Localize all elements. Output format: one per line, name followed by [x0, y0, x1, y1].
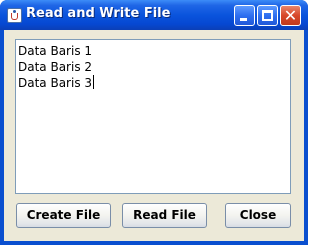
text-line-1: Data Baris 1	[18, 44, 93, 58]
read-file-button[interactable]: Read File	[122, 203, 207, 228]
minimize-button[interactable]	[234, 5, 255, 26]
content-pane: Data Baris 1 Data Baris 2 Data Baris 3 C…	[4, 30, 304, 241]
create-file-button[interactable]: Create File	[16, 203, 111, 228]
close-window-button[interactable]: ✕	[280, 5, 301, 26]
maximize-icon	[262, 10, 273, 21]
text-line-2: Data Baris 2	[18, 60, 93, 74]
java-cup-icon[interactable]	[7, 8, 22, 23]
cup-shape	[11, 13, 18, 20]
text-line-3-row: Data Baris 3	[18, 75, 290, 91]
application-window: Read and Write File ✕ Data Baris 1 Data …	[0, 0, 308, 245]
window-bottom-border	[0, 241, 308, 245]
title-bar[interactable]: Read and Write File ✕	[0, 0, 308, 30]
maximize-button[interactable]	[257, 5, 278, 26]
text-area[interactable]: Data Baris 1 Data Baris 2 Data Baris 3	[15, 39, 291, 194]
close-button[interactable]: Close	[225, 203, 291, 228]
text-line-3: Data Baris 3	[18, 76, 93, 90]
text-caret	[93, 75, 95, 89]
window-title: Read and Write File	[26, 6, 171, 21]
close-icon: ✕	[283, 6, 298, 25]
minimize-icon	[240, 18, 247, 21]
